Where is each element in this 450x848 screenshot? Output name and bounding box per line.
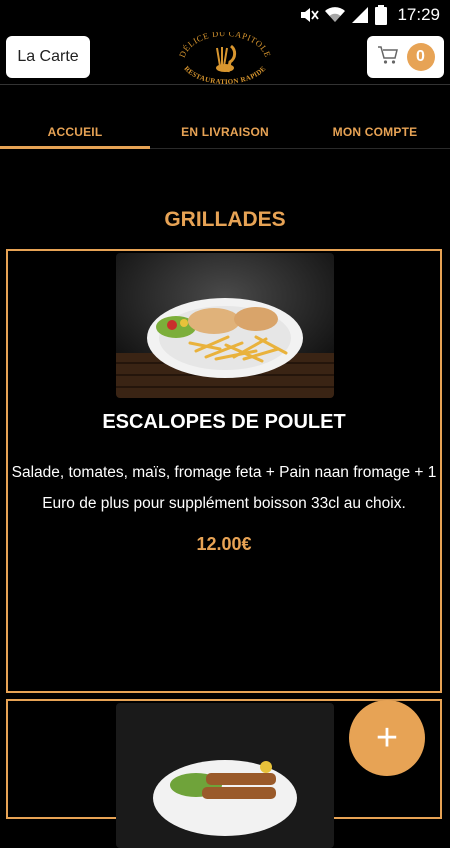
section-title: GRILLADES bbox=[164, 208, 286, 231]
mute-icon bbox=[299, 6, 320, 24]
tab-en-livraison[interactable]: EN LIVRAISON bbox=[150, 118, 300, 148]
restaurant-logo: DÉLICE DU CAPITOLE RESTAURATION RAPIDE bbox=[170, 28, 280, 86]
status-time: 17:29 bbox=[397, 5, 440, 24]
nav-tabs: ACCUEIL EN LIVRAISON MON COMPTE bbox=[0, 118, 450, 149]
plus-icon: + bbox=[375, 716, 399, 759]
cart-button[interactable]: 0 bbox=[367, 36, 444, 78]
menu-button[interactable]: La Carte bbox=[6, 36, 90, 78]
app-header: La Carte DÉLICE DU CAPITOLE RESTAURATION… bbox=[0, 28, 450, 86]
dish-description: Salade, tomates, maïs, fromage feta + Pa… bbox=[8, 457, 440, 519]
wifi-icon bbox=[325, 6, 346, 24]
tab-accueil[interactable]: ACCUEIL bbox=[0, 118, 150, 149]
add-button[interactable]: + bbox=[349, 700, 425, 776]
status-bar: 17:29 bbox=[0, 0, 450, 30]
dish-photo bbox=[116, 253, 334, 398]
dish-description-line: Salade, tomates, maïs, fromage feta + Pa… bbox=[11, 464, 437, 481]
dish-name: ESCALOPES DE POULET bbox=[102, 411, 346, 433]
cart-count-badge: 0 bbox=[406, 43, 435, 71]
dish-price: 12.00€ bbox=[196, 534, 252, 554]
signal-icon bbox=[351, 6, 369, 24]
dish-description-line: Euro de plus pour supplément boisson 33c… bbox=[42, 495, 406, 512]
dish-photo bbox=[116, 703, 334, 848]
cart-icon bbox=[377, 45, 399, 70]
tab-mon-compte[interactable]: MON COMPTE bbox=[300, 118, 450, 148]
battery-icon bbox=[375, 5, 388, 25]
menu-item-card[interactable]: ESCALOPES DE POULET Salade, tomates, maï… bbox=[6, 249, 442, 693]
